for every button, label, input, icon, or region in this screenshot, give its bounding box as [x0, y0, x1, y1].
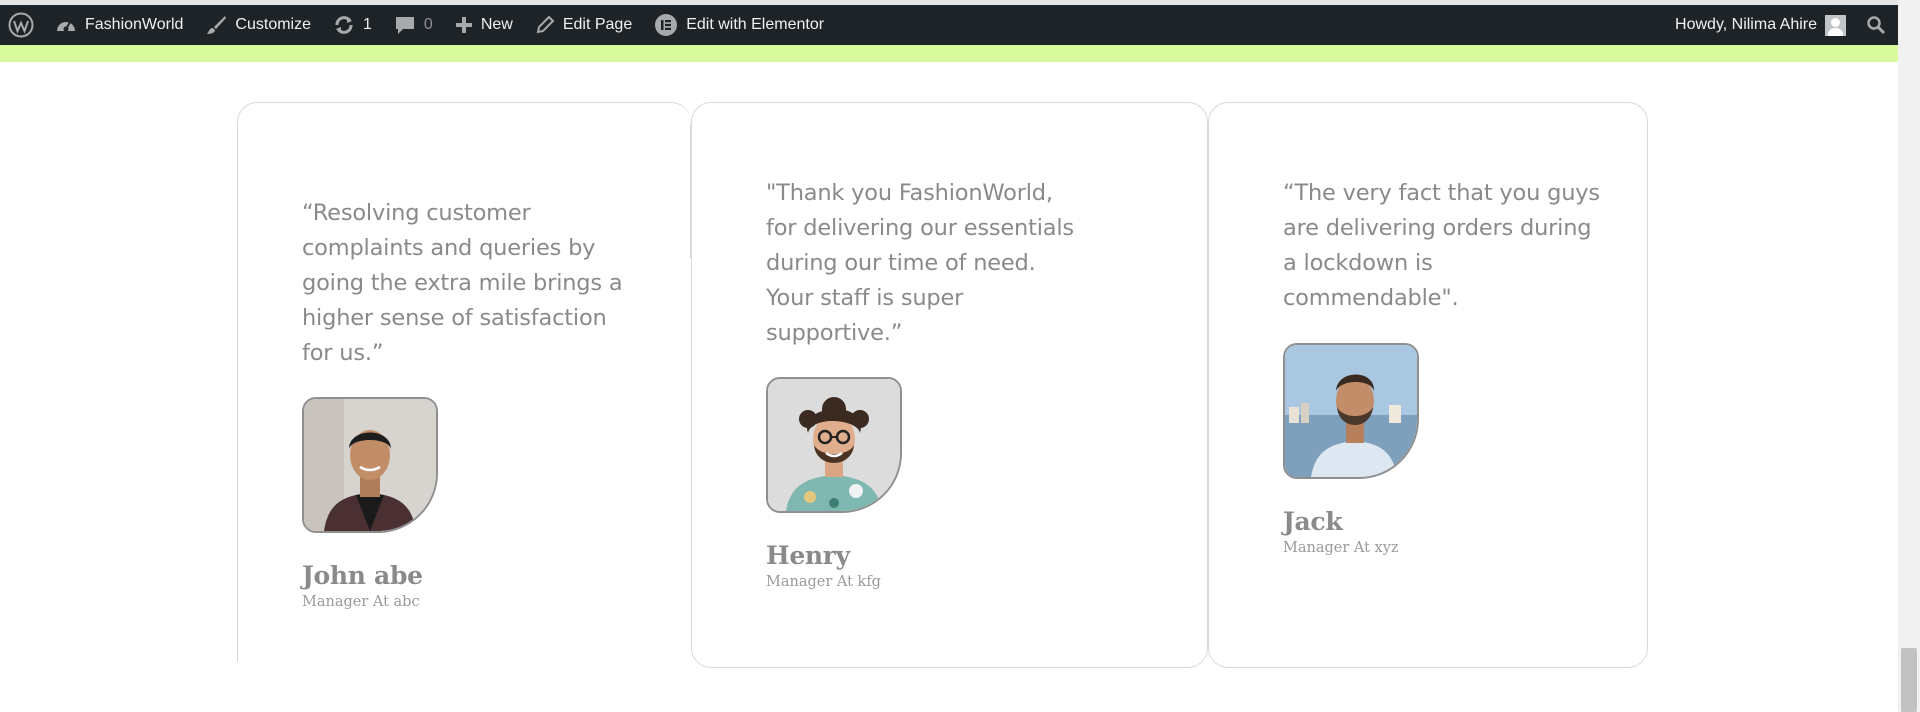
avatar-jack: [1283, 343, 1419, 479]
search-icon: [1866, 15, 1886, 35]
testimonial-name: Henry: [766, 541, 850, 570]
testimonial-quote: “The very fact that you guys are deliver…: [1283, 180, 1600, 311]
testimonial-card-jack: “The very fact that you guys are deliver…: [1208, 102, 1648, 668]
testimonial-quote: "Thank you FashionWorld, for delivering …: [766, 180, 1074, 346]
pencil-icon: [535, 15, 555, 35]
howdy-label: Howdy, Nilima Ahire: [1675, 16, 1817, 33]
testimonial-card-john: “Resolving customer complaints and queri…: [237, 102, 691, 662]
page-scrollbar-track[interactable]: [1898, 0, 1920, 712]
wordpress-logo-menu[interactable]: [0, 5, 44, 45]
edit-elementor-label: Edit with Elementor: [686, 16, 825, 33]
wordpress-icon: [8, 12, 34, 38]
testimonial-name: Jack: [1283, 507, 1343, 536]
testimonial-quote: “Resolving customer complaints and queri…: [302, 200, 623, 366]
site-name-label: FashionWorld: [85, 16, 184, 33]
avatar-henry: [766, 377, 902, 513]
customize-link[interactable]: Customize: [194, 5, 322, 45]
plus-icon: [455, 16, 473, 34]
updates-refresh-icon: [333, 14, 355, 36]
comments-link[interactable]: 0: [383, 5, 444, 45]
search-button[interactable]: [1858, 5, 1898, 45]
testimonial-card-henry: "Thank you FashionWorld, for delivering …: [691, 102, 1208, 668]
new-content-menu[interactable]: New: [444, 5, 524, 45]
updates-count: 1: [363, 16, 372, 33]
testimonial-role: Manager At xyz: [1283, 540, 1399, 556]
header-accent-band: [0, 45, 1898, 62]
my-account-menu[interactable]: Howdy, Nilima Ahire: [1664, 5, 1858, 45]
elementor-icon: [654, 13, 678, 37]
comments-count: 0: [423, 16, 433, 33]
edit-page-link[interactable]: Edit Page: [524, 5, 643, 45]
user-avatar-icon: [1825, 14, 1846, 36]
dashboard-gauge-icon: [55, 15, 77, 35]
new-label: New: [480, 16, 513, 33]
edit-page-label: Edit Page: [562, 16, 633, 33]
comment-bubble-icon: [394, 14, 416, 36]
testimonial-role: Manager At kfg: [766, 574, 881, 590]
customize-label: Customize: [235, 16, 311, 33]
page-scrollbar-thumb[interactable]: [1901, 648, 1917, 712]
testimonial-role: Manager At abc: [302, 594, 420, 610]
updates-link[interactable]: 1: [322, 5, 383, 45]
testimonial-name: John abe: [302, 561, 423, 590]
site-name-menu[interactable]: FashionWorld: [44, 5, 194, 45]
edit-with-elementor-link[interactable]: Edit with Elementor: [643, 5, 835, 45]
paintbrush-icon: [205, 14, 227, 36]
avatar-john: [302, 397, 438, 533]
wp-admin-bar: FashionWorld Customize 1 0 New Edit Page: [0, 5, 1898, 45]
